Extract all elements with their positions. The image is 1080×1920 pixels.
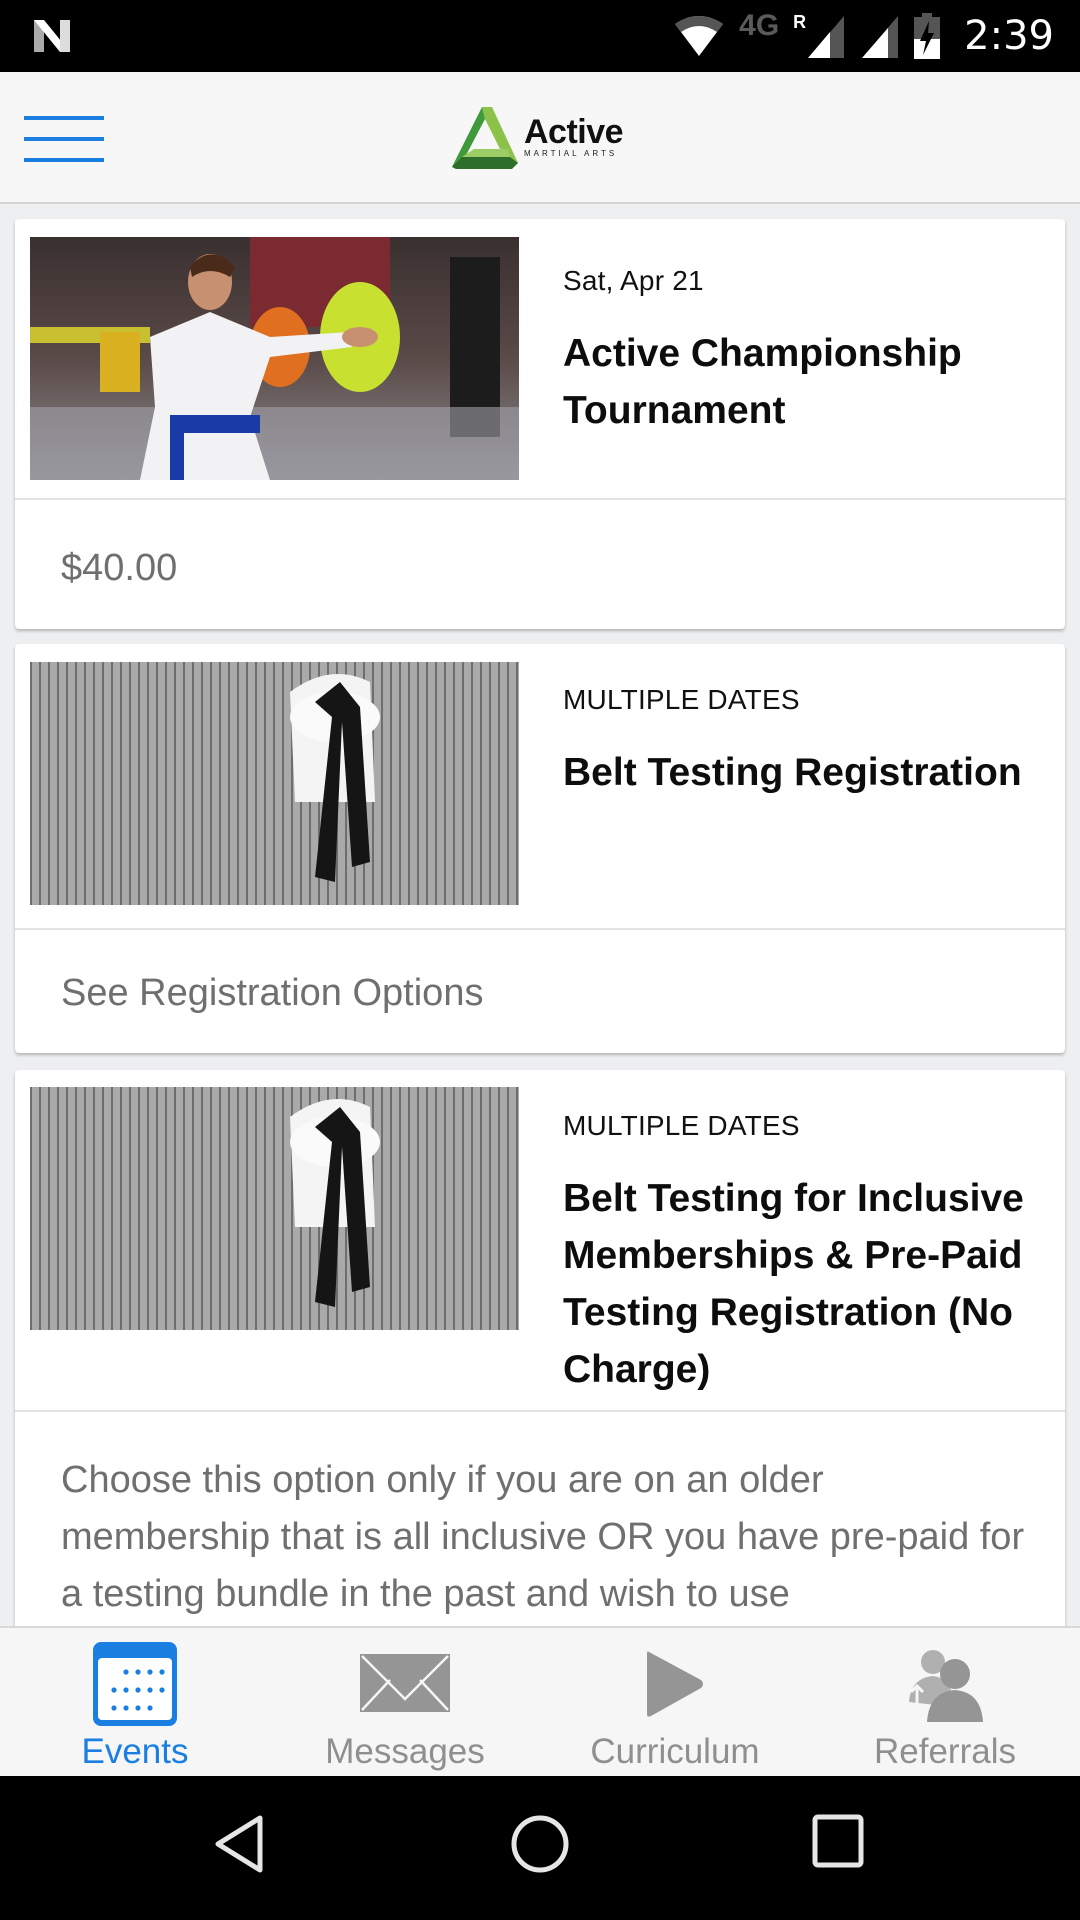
karate-student-photo (30, 237, 519, 480)
logo-name: Active (524, 113, 624, 151)
event-card[interactable]: MULTIPLE DATES Belt Testing for Inclusiv… (15, 1070, 1065, 1626)
network-type: 4G (739, 9, 780, 42)
home-icon[interactable] (510, 1814, 570, 1874)
event-card[interactable]: Sat, Apr 21 Active Championship Tourname… (15, 219, 1065, 629)
recents-icon[interactable] (812, 1814, 866, 1870)
event-price: $40.00 (61, 547, 178, 589)
black-belt-gi-photo (30, 662, 519, 905)
black-belt-gi-photo (30, 1087, 519, 1330)
app-bar: Active MARTIAL ARTS (0, 72, 1080, 204)
back-icon[interactable] (212, 1814, 268, 1874)
battery-charging-icon (914, 13, 941, 59)
hamburger-menu-icon[interactable] (24, 114, 104, 164)
event-description: Choose this option only if you are on an… (61, 1459, 1025, 1615)
tab-events[interactable]: Events (0, 1628, 270, 1776)
signal-icon (862, 16, 899, 58)
events-list[interactable]: Sat, Apr 21 Active Championship Tourname… (0, 206, 1080, 1626)
tab-label: Referrals (874, 1732, 1016, 1771)
n-logo-icon (34, 20, 70, 52)
bottom-nav: Events Messages Curriculum Referrals (0, 1626, 1080, 1776)
event-title[interactable]: Belt Testing for Inclusive Memberships &… (563, 1170, 1045, 1398)
event-date: MULTIPLE DATES (563, 684, 800, 715)
tab-messages[interactable]: Messages (270, 1628, 540, 1776)
divider (15, 1410, 1065, 1412)
divider (15, 928, 1065, 930)
event-date: MULTIPLE DATES (563, 1110, 800, 1141)
roaming-indicator: R (793, 11, 807, 32)
wifi-icon (675, 16, 724, 56)
play-icon (647, 1651, 703, 1717)
triangle-logo-icon (452, 107, 518, 169)
event-title[interactable]: Belt Testing Registration (563, 744, 1045, 801)
tab-label: Curriculum (590, 1732, 760, 1771)
tab-referrals[interactable]: Referrals (810, 1628, 1080, 1776)
envelope-icon (360, 1654, 450, 1712)
tab-label: Messages (325, 1732, 485, 1771)
status-bar: 4G R 2:39 (0, 0, 1080, 72)
tab-curriculum[interactable]: Curriculum (540, 1628, 810, 1776)
system-nav-bar (0, 1776, 1080, 1920)
divider (15, 498, 1065, 500)
event-date: Sat, Apr 21 (563, 265, 704, 296)
event-card[interactable]: MULTIPLE DATES Belt Testing Registration… (15, 644, 1065, 1053)
calendar-icon (93, 1642, 177, 1726)
users-icon (909, 1650, 983, 1722)
registration-options-link[interactable]: See Registration Options (61, 972, 1025, 1015)
signal-roaming-icon (808, 16, 845, 58)
logo-subtitle: MARTIAL ARTS (524, 149, 618, 158)
event-title[interactable]: Active Championship Tournament (563, 325, 1045, 439)
app-logo: Active MARTIAL ARTS (452, 104, 624, 170)
tab-label: Events (81, 1732, 189, 1771)
clock: 2:39 (964, 13, 1054, 59)
